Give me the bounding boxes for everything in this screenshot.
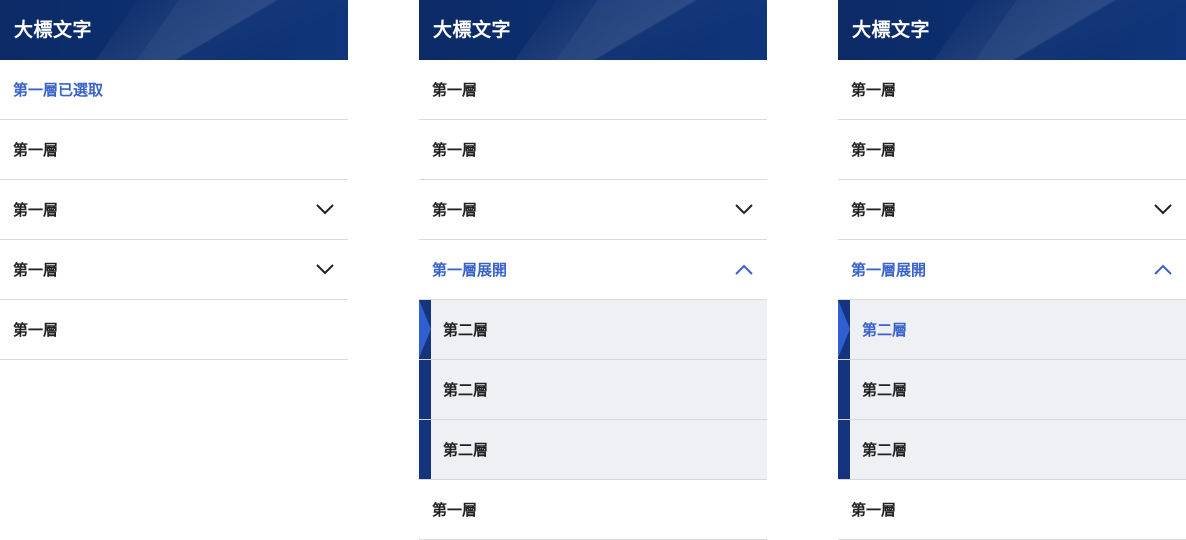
sidebar-panel-2: 大標文字 第一層 第一層 第一層 第一層展開 第二層 第二層 第二層 第一層	[419, 0, 767, 540]
menu-item-label: 第一層	[13, 261, 59, 279]
chevron-down-icon[interactable]	[1153, 200, 1173, 220]
submenu: 第二層 第二層 第二層	[419, 300, 767, 480]
active-marker	[419, 300, 431, 359]
menu-item[interactable]: 第一層	[419, 480, 767, 540]
panel-title: 大標文字	[433, 19, 512, 41]
chevron-down-icon[interactable]	[315, 260, 335, 280]
submenu-item-label: 第二層	[862, 441, 908, 459]
submenu-item-label: 第二層	[443, 381, 489, 399]
submenu-bar	[419, 360, 431, 419]
menu-item-selected[interactable]: 第一層已選取	[0, 60, 348, 120]
panel-header: 大標文字	[419, 0, 767, 60]
menu-item-expandable[interactable]: 第一層	[838, 180, 1186, 240]
menu-item-expanded[interactable]: 第一層展開	[419, 240, 767, 300]
menu-item-label: 第一層	[432, 81, 478, 99]
submenu-bar	[838, 420, 850, 479]
menu-item-label: 第一層	[432, 501, 478, 519]
menu-item-label: 第一層	[851, 141, 897, 159]
panel-title: 大標文字	[14, 19, 93, 41]
active-marker	[838, 300, 850, 359]
submenu-item[interactable]: 第二層	[838, 360, 1186, 420]
submenu-bar	[419, 420, 431, 479]
menu-item[interactable]: 第一層	[419, 60, 767, 120]
submenu-item-selected[interactable]: 第二層	[838, 300, 1186, 360]
menu-item-expandable[interactable]: 第一層	[419, 180, 767, 240]
menu-item-expanded[interactable]: 第一層展開	[838, 240, 1186, 300]
submenu-item[interactable]: 第二層	[838, 420, 1186, 480]
menu-item[interactable]: 第一層	[838, 60, 1186, 120]
menu-item[interactable]: 第一層	[838, 480, 1186, 540]
panel-header: 大標文字	[838, 0, 1186, 60]
menu-item-label: 第一層	[851, 501, 897, 519]
panel-title: 大標文字	[852, 19, 931, 41]
sidebar-panel-1: 大標文字 第一層已選取 第一層 第一層 第一層 第一層	[0, 0, 348, 360]
chevron-up-icon[interactable]	[734, 260, 754, 280]
chevron-down-icon[interactable]	[315, 200, 335, 220]
submenu: 第二層 第二層 第二層	[838, 300, 1186, 480]
submenu-item[interactable]: 第二層	[419, 420, 767, 480]
submenu-item-label: 第二層	[862, 321, 908, 339]
submenu-item[interactable]: 第二層	[419, 360, 767, 420]
menu-item-label: 第一層展開	[851, 261, 927, 279]
menu-item[interactable]: 第一層	[0, 120, 348, 180]
menu-item-label: 第一層	[13, 201, 59, 219]
menu-item-label: 第一層	[432, 201, 478, 219]
chevron-down-icon[interactable]	[734, 200, 754, 220]
menu-item-label: 第一層	[13, 141, 59, 159]
submenu-item-label: 第二層	[443, 321, 489, 339]
submenu-bar	[838, 360, 850, 419]
menu-item[interactable]: 第一層	[838, 120, 1186, 180]
panel-header: 大標文字	[0, 0, 348, 60]
submenu-item-label: 第二層	[443, 441, 489, 459]
menu-item-expandable[interactable]: 第一層	[0, 180, 348, 240]
menu-item-label: 第一層	[851, 201, 897, 219]
menu-item-label: 第一層	[432, 141, 478, 159]
menu-item-expandable[interactable]: 第一層	[0, 240, 348, 300]
menu-item-label: 第一層展開	[432, 261, 508, 279]
menu-item-label: 第一層已選取	[13, 81, 104, 99]
menu-item-label: 第一層	[13, 321, 59, 339]
submenu-item[interactable]: 第二層	[419, 300, 767, 360]
sidebar-panel-3: 大標文字 第一層 第一層 第一層 第一層展開 第二層 第二層 第二層 第一層	[838, 0, 1186, 540]
menu-item[interactable]: 第一層	[419, 120, 767, 180]
menu-item-label: 第一層	[851, 81, 897, 99]
menu-item[interactable]: 第一層	[0, 300, 348, 360]
chevron-up-icon[interactable]	[1153, 260, 1173, 280]
submenu-item-label: 第二層	[862, 381, 908, 399]
